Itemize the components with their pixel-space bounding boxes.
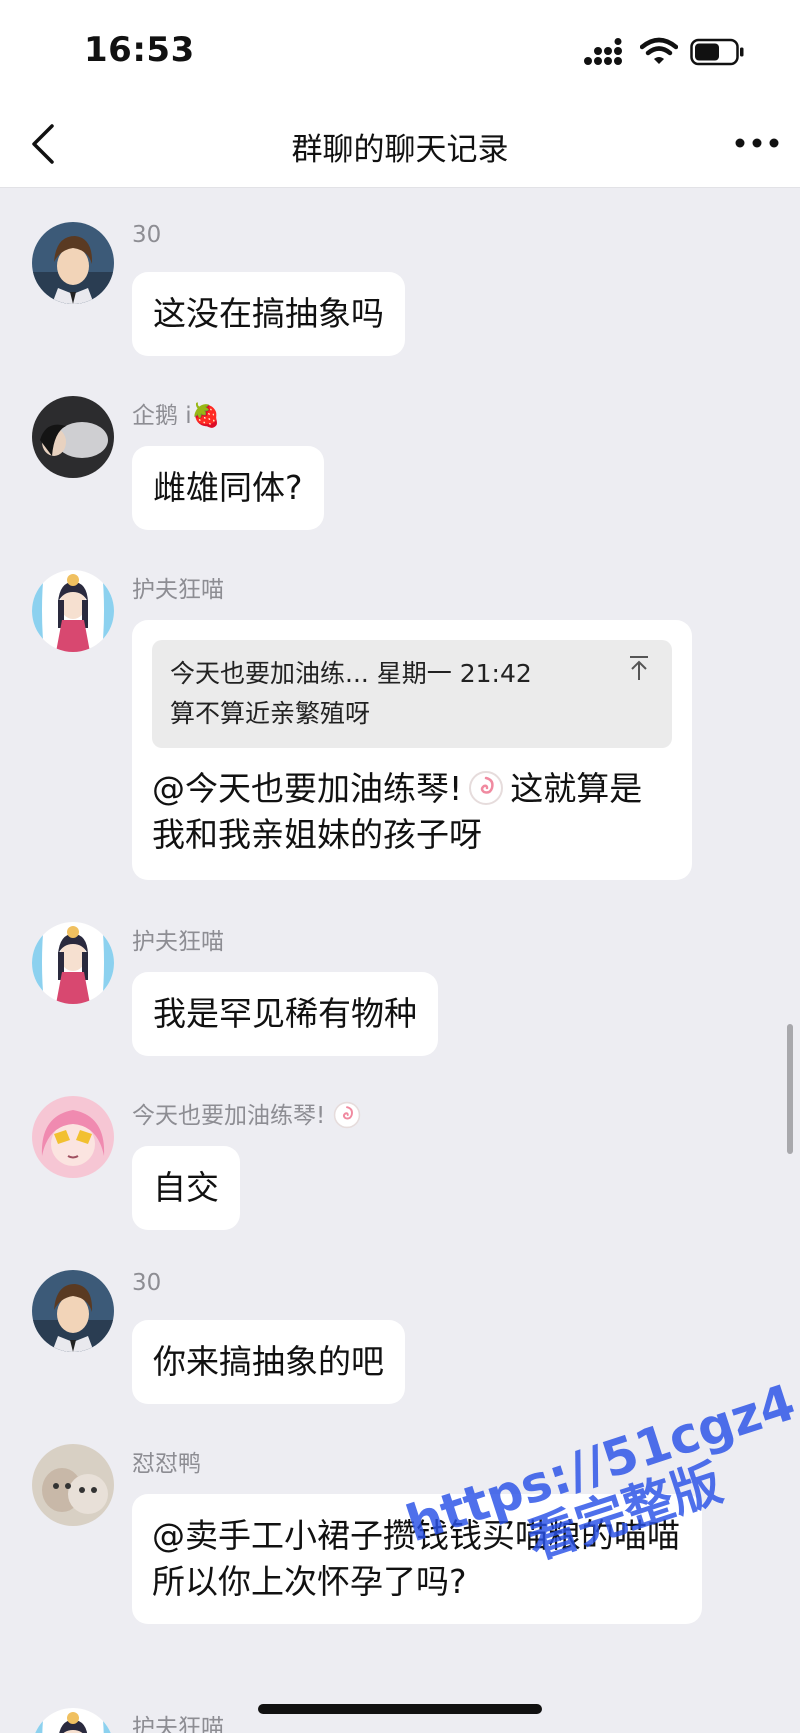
sender-name: 护夫狂喵: [132, 577, 224, 603]
quoted-message[interactable]: 今天也要加油练... 星期一 21:42 算不算近亲繁殖呀: [152, 640, 672, 748]
quote-text: 算不算近亲繁殖呀: [170, 699, 371, 728]
avatar[interactable]: [32, 1708, 114, 1733]
avatar[interactable]: [32, 1096, 114, 1178]
nav-bar: 群聊的聊天记录: [0, 100, 800, 188]
battery-icon: [690, 38, 744, 66]
quote-header: 今天也要加油练... 星期一 21:42: [170, 659, 532, 688]
sender-name: 护夫狂喵: [132, 929, 224, 955]
avatar[interactable]: [32, 1444, 114, 1526]
avatar[interactable]: [32, 222, 114, 304]
message-bubble[interactable]: 雌雄同体?: [132, 446, 324, 530]
message-bubble[interactable]: 我是罕见稀有物种: [132, 972, 438, 1056]
sender-name: 今天也要加油练琴!: [132, 1096, 367, 1130]
message-bubble[interactable]: 自交: [132, 1146, 240, 1230]
sender-name: 企鹅 i🍓: [132, 403, 221, 429]
message-bubble[interactable]: 你来搞抽象的吧: [132, 1320, 405, 1404]
message-bubble[interactable]: 这没在搞抽象吗: [132, 272, 405, 356]
scrollbar[interactable]: [787, 1024, 793, 1154]
naruto-fishcake-emoji: [469, 771, 504, 805]
sender-name: 30: [132, 222, 162, 248]
naruto-fishcake-emoji: [334, 1101, 361, 1129]
sender-name: 护夫狂喵: [132, 1715, 224, 1733]
avatar[interactable]: [32, 1270, 114, 1352]
avatar[interactable]: [32, 922, 114, 1004]
message-bubble[interactable]: 今天也要加油练... 星期一 21:42 算不算近亲繁殖呀 @今天也要加油练琴!…: [132, 620, 692, 880]
status-time: 16:53: [84, 30, 195, 70]
more-icon[interactable]: [732, 128, 782, 158]
message-text: @今天也要加油练琴! 这就算是我和我亲姐妹的孩子呀: [152, 766, 672, 858]
signal-icon: [584, 38, 622, 65]
sender-name: 怼怼鸭: [132, 1451, 201, 1477]
sender-name: 30: [132, 1270, 162, 1296]
status-bar: 16:53: [0, 0, 800, 100]
mention-text: @今天也要加油练琴!: [152, 769, 463, 808]
wifi-icon: [640, 37, 678, 64]
page-title: 群聊的聊天记录: [291, 132, 509, 168]
avatar[interactable]: [32, 396, 114, 478]
home-indicator[interactable]: [258, 1704, 542, 1714]
collapse-up-icon[interactable]: [628, 654, 650, 682]
avatar[interactable]: [32, 570, 114, 652]
